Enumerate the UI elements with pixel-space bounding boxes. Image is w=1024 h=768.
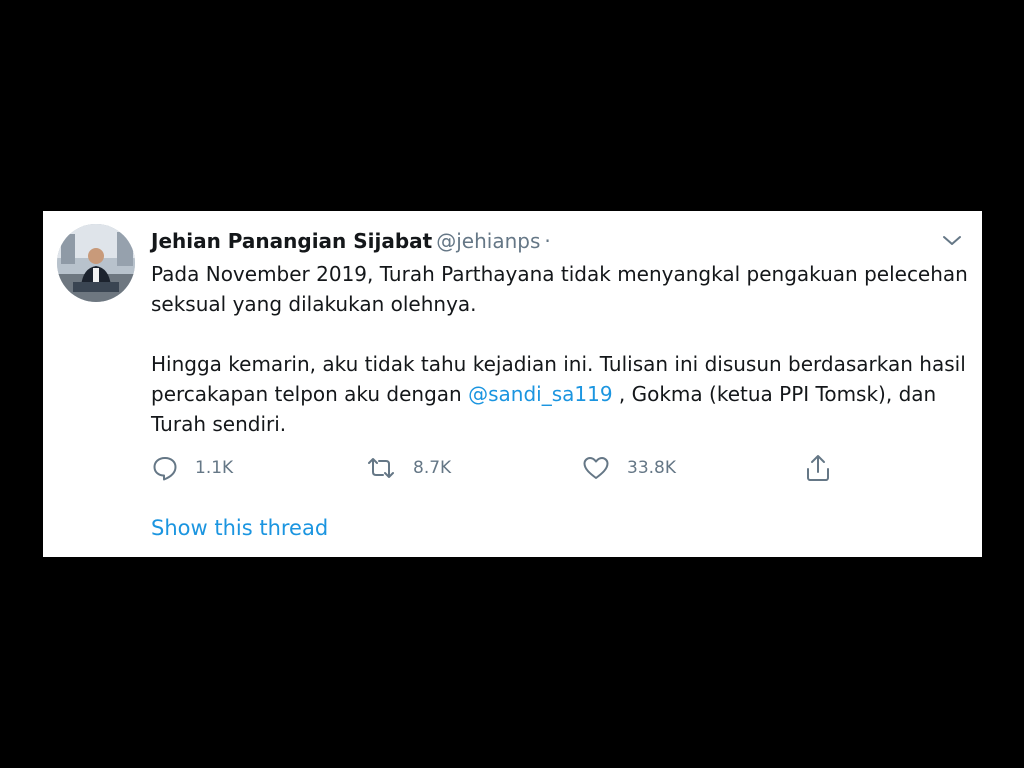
heart-icon <box>581 454 611 482</box>
share-button[interactable] <box>803 453 833 483</box>
reply-count: 1.1K <box>195 458 234 478</box>
upload-arrow-icon <box>803 453 833 483</box>
avatar-photo <box>57 224 135 302</box>
show-thread-link[interactable]: Show this thread <box>151 516 328 540</box>
separator-dot: · <box>544 229 551 253</box>
tweet-paragraph-2: Hingga kemarin, aku tidak tahu kejadian … <box>151 349 971 439</box>
retweet-arrows-icon <box>365 454 397 482</box>
tweet-paragraph-1: Pada November 2019, Turah Parthayana tid… <box>151 262 968 316</box>
mention-link[interactable]: @sandi_sa119 <box>468 382 612 406</box>
speech-bubble-icon <box>151 454 179 482</box>
retweet-count: 8.7K <box>413 458 452 478</box>
avatar[interactable] <box>57 224 135 302</box>
like-count: 33.8K <box>627 458 676 478</box>
retweet-button[interactable]: 8.7K <box>365 453 451 483</box>
tweet-card[interactable]: Jehian Panangian Sijabat @jehianps · Pada … <box>43 211 982 557</box>
reply-button[interactable]: 1.1K <box>151 453 233 483</box>
tweet-text: Pada November 2019, Turah Parthayana tid… <box>151 259 971 439</box>
chevron-down-icon[interactable] <box>941 233 963 249</box>
author-display-name[interactable]: Jehian Panangian Sijabat <box>151 229 432 253</box>
tweet-header: Jehian Panangian Sijabat @jehianps · <box>151 228 551 254</box>
author-handle[interactable]: @jehianps <box>436 229 540 253</box>
tweet-actions: 1.1K 8.7K 33.8K <box>151 453 851 483</box>
like-button[interactable]: 33.8K <box>581 453 676 483</box>
